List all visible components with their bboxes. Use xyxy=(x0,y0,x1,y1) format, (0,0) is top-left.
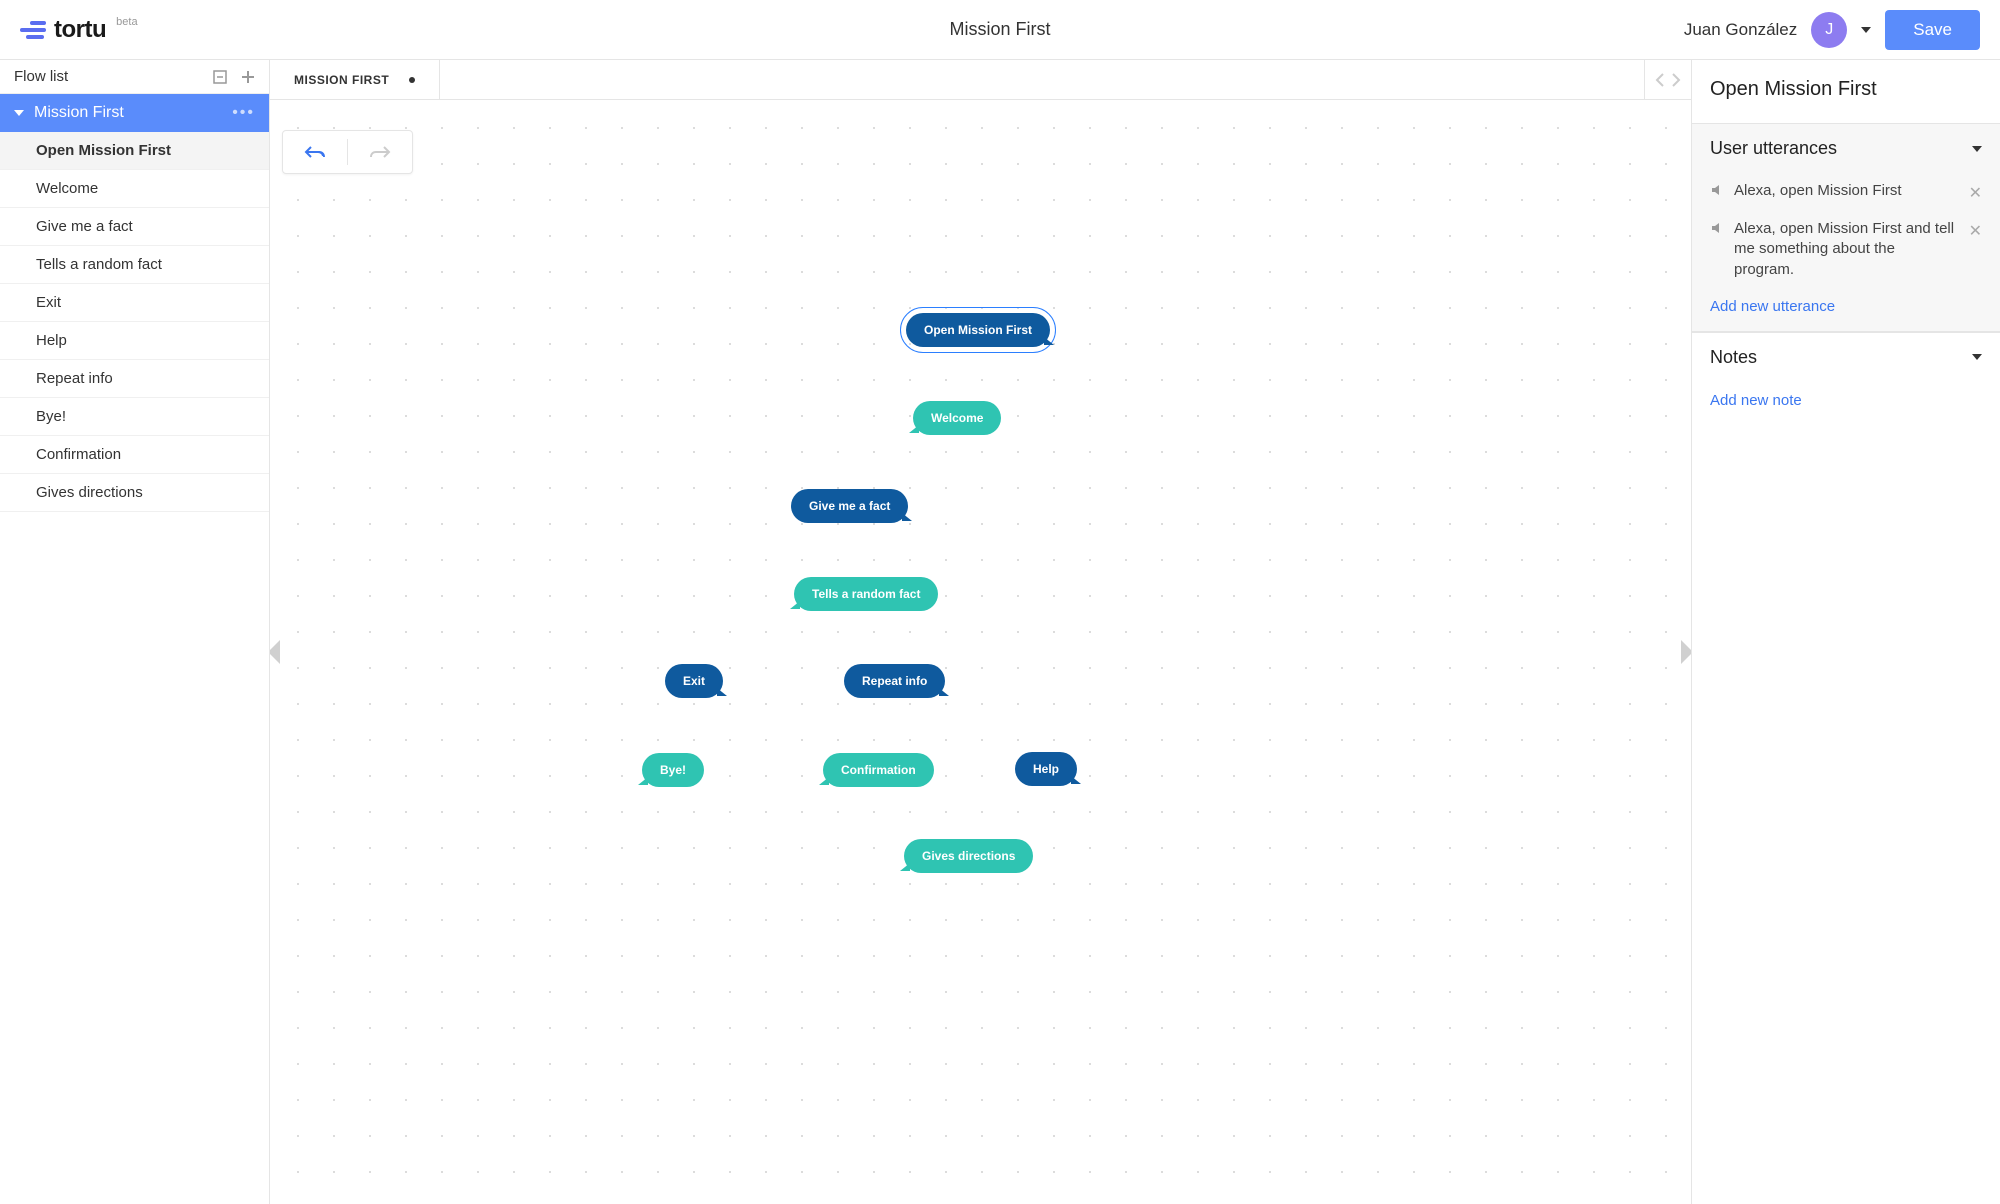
add-utterance-link[interactable]: Add new utterance xyxy=(1692,288,2000,331)
avatar[interactable]: J xyxy=(1811,12,1847,48)
flow-node-exit[interactable]: Exit xyxy=(665,664,723,698)
collapse-all-icon[interactable] xyxy=(213,70,227,84)
unsaved-dot-icon xyxy=(409,77,415,83)
add-note-link[interactable]: Add new note xyxy=(1692,382,2000,425)
flow-canvas[interactable]: Open Mission First Welcome Give me a fact T… xyxy=(270,100,1691,1204)
speaker-icon[interactable] xyxy=(1710,221,1724,240)
flow-node-open[interactable]: Open Mission First xyxy=(906,313,1050,347)
flow-node-help[interactable]: Help xyxy=(1015,752,1077,786)
utterance-text: Alexa, open Mission First xyxy=(1734,181,1959,201)
notes-section: Notes Add new note xyxy=(1692,332,2000,425)
speaker-icon[interactable] xyxy=(1710,183,1724,202)
tab-next-icon[interactable] xyxy=(1671,72,1681,88)
redo-button[interactable] xyxy=(348,131,412,173)
flow-item[interactable]: Give me a fact xyxy=(0,208,269,246)
canvas-area: MISSION FIRST Open Mission First Welcome G… xyxy=(270,60,1692,1204)
flow-group[interactable]: Mission First ••• xyxy=(0,94,269,132)
flow-item[interactable]: Open Mission First xyxy=(0,132,269,170)
flow-item[interactable]: Repeat info xyxy=(0,360,269,398)
chevron-down-icon xyxy=(14,110,24,116)
flow-item[interactable]: Exit xyxy=(0,284,269,322)
flow-item[interactable]: Tells a random fact xyxy=(0,246,269,284)
tab-mission-first[interactable]: MISSION FIRST xyxy=(270,60,440,99)
remove-utterance-icon[interactable]: ✕ xyxy=(1969,183,1982,203)
utterance-row: Alexa, open Mission First and tell me so… xyxy=(1692,211,2000,288)
scroll-right-handle[interactable] xyxy=(1681,640,1691,664)
flow-node-confirm[interactable]: Confirmation xyxy=(823,753,934,787)
flow-item[interactable]: Gives directions xyxy=(0,474,269,512)
logo-icon xyxy=(20,21,46,39)
flow-item[interactable]: Bye! xyxy=(0,398,269,436)
flow-node-directions[interactable]: Gives directions xyxy=(904,839,1033,873)
undo-button[interactable] xyxy=(283,131,347,173)
tab-prev-icon[interactable] xyxy=(1655,72,1665,88)
save-button[interactable]: Save xyxy=(1885,10,1980,50)
flow-node-bye[interactable]: Bye! xyxy=(642,753,704,787)
inspector-panel: Open Mission First User utterances Alexa… xyxy=(1692,60,2000,1204)
user-name: Juan González xyxy=(1684,20,1797,40)
remove-utterance-icon[interactable]: ✕ xyxy=(1969,221,1982,241)
app-header: tortu beta Mission First Juan González J… xyxy=(0,0,2000,60)
flow-list-sidebar: Flow list Mission First ••• Open Mission… xyxy=(0,60,270,1204)
brand-tag: beta xyxy=(116,16,137,28)
tab-label: MISSION FIRST xyxy=(294,73,389,87)
add-flow-icon[interactable] xyxy=(241,70,255,84)
brand-name: tortu xyxy=(54,16,106,44)
flow-node-welcome[interactable]: Welcome xyxy=(913,401,1001,435)
inspector-title: Open Mission First xyxy=(1692,60,2000,123)
flow-item[interactable]: Welcome xyxy=(0,170,269,208)
utterances-header[interactable]: User utterances xyxy=(1692,124,2000,173)
flow-item[interactable]: Help xyxy=(0,322,269,360)
chevron-down-icon xyxy=(1972,354,1982,360)
flow-node-random[interactable]: Tells a random fact xyxy=(794,577,938,611)
more-icon[interactable]: ••• xyxy=(232,104,255,122)
notes-header[interactable]: Notes xyxy=(1692,333,2000,382)
project-title: Mission First xyxy=(949,19,1050,40)
utterance-row: Alexa, open Mission First ✕ xyxy=(1692,173,2000,211)
flow-items: Open Mission FirstWelcomeGive me a factT… xyxy=(0,132,269,512)
flow-node-fact[interactable]: Give me a fact xyxy=(791,489,908,523)
tab-bar: MISSION FIRST xyxy=(270,60,1691,100)
flow-list-title: Flow list xyxy=(14,68,68,85)
utterance-text: Alexa, open Mission First and tell me so… xyxy=(1734,219,1959,280)
flow-node-repeat[interactable]: Repeat info xyxy=(844,664,945,698)
flow-group-label: Mission First xyxy=(34,104,124,122)
user-menu-caret-icon[interactable] xyxy=(1861,27,1871,33)
chevron-down-icon xyxy=(1972,146,1982,152)
scroll-left-handle[interactable] xyxy=(270,640,280,664)
flow-item[interactable]: Confirmation xyxy=(0,436,269,474)
brand[interactable]: tortu beta xyxy=(20,16,136,44)
utterances-section: User utterances Alexa, open Mission Firs… xyxy=(1692,123,2000,332)
history-toolbar xyxy=(282,130,413,174)
